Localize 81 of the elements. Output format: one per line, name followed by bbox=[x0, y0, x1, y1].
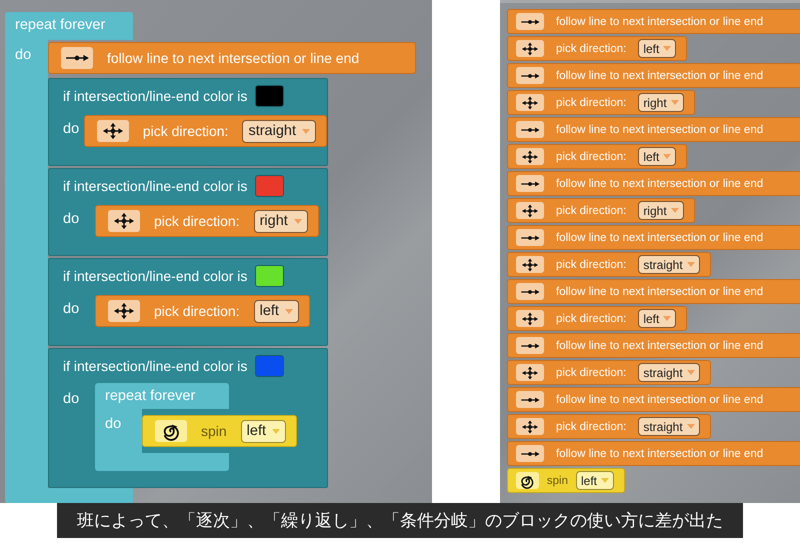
do-label: do bbox=[62, 390, 80, 409]
block-label: pick direction: bbox=[142, 123, 228, 139]
direction-dropdown[interactable]: left bbox=[576, 471, 614, 490]
block-label: pick direction: bbox=[154, 303, 240, 319]
block-label: pick direction: bbox=[556, 258, 626, 270]
block-label: if intersection/line-end color is bbox=[63, 268, 248, 284]
caret-icon bbox=[294, 218, 302, 224]
do-label: do bbox=[105, 416, 122, 432]
color-swatch[interactable] bbox=[255, 355, 284, 377]
direction-block[interactable]: pick direction: straight bbox=[84, 115, 327, 147]
do-label: do bbox=[62, 300, 80, 319]
color-swatch[interactable] bbox=[255, 265, 284, 287]
spin-block[interactable]: spin left bbox=[507, 468, 625, 493]
direction-dropdown[interactable]: straight bbox=[638, 417, 700, 436]
direction-dropdown[interactable]: straight bbox=[638, 363, 700, 382]
block-label: pick direction: bbox=[556, 150, 626, 162]
block-label: follow line to next intersection or line end bbox=[556, 394, 764, 406]
do-label: do bbox=[62, 210, 80, 229]
direction-dropdown[interactable]: right bbox=[638, 93, 684, 112]
direction-block[interactable]: pick direction: right bbox=[95, 205, 319, 237]
if-block[interactable]: if intersection/line-end color is do pick direction: straight bbox=[48, 78, 328, 166]
block-label: follow line to next intersection or line end bbox=[556, 16, 764, 28]
block-label: if intersection/line-end color is bbox=[63, 178, 248, 194]
caret-icon bbox=[272, 428, 280, 434]
block-label: follow line to next intersection or line end bbox=[556, 286, 764, 298]
caret-icon bbox=[686, 424, 695, 429]
block-label: pick direction: bbox=[556, 42, 626, 54]
block-label: follow line to next intersection or line end bbox=[556, 340, 764, 352]
block-label: follow line to next intersection or line end bbox=[556, 70, 764, 82]
caret-icon bbox=[663, 316, 672, 321]
caret-icon bbox=[663, 46, 672, 51]
block-label: pick direction: bbox=[154, 213, 240, 229]
if-block[interactable]: if intersection/line-end color is do repeat forever do spin left bbox=[48, 348, 328, 488]
direction-block[interactable]: pick direction: straight bbox=[507, 252, 711, 277]
if-block[interactable]: if intersection/line-end color is do pick direction: left bbox=[48, 258, 328, 346]
if-block[interactable]: if intersection/line-end color is do pick direction: right bbox=[48, 168, 328, 256]
block-label: pick direction: bbox=[556, 96, 626, 108]
block-label: pick direction: bbox=[556, 366, 626, 378]
direction-dropdown[interactable]: right bbox=[638, 201, 684, 220]
direction-dropdown[interactable]: right bbox=[254, 210, 308, 232]
block-label: pick direction: bbox=[556, 204, 626, 216]
caret-icon bbox=[302, 128, 310, 134]
caption: 班によって、「逐次」、「繰り返し」、「条件分岐」のブロックの使い方に差が出た bbox=[57, 503, 743, 538]
block-label: follow line to next intersection or line end bbox=[107, 50, 360, 66]
direction-block[interactable]: pick direction: left bbox=[507, 306, 688, 331]
caret-icon bbox=[686, 262, 695, 267]
do-label: do bbox=[15, 47, 32, 63]
direction-dropdown[interactable]: straight bbox=[242, 120, 316, 142]
direction-dropdown[interactable]: left bbox=[638, 39, 676, 58]
direction-dropdown[interactable]: left bbox=[638, 309, 676, 328]
block-label: pick direction: bbox=[556, 420, 626, 432]
color-swatch[interactable] bbox=[255, 175, 284, 197]
direction-block[interactable]: pick direction: straight bbox=[507, 414, 711, 439]
caret-icon bbox=[686, 370, 695, 375]
direction-block[interactable]: pick direction: left bbox=[507, 36, 688, 61]
spin-block[interactable]: spin left bbox=[142, 415, 297, 447]
do-label: do bbox=[62, 120, 80, 139]
direction-block[interactable]: pick direction: left bbox=[95, 295, 310, 327]
caret-icon bbox=[284, 308, 293, 314]
direction-block[interactable]: pick direction: left bbox=[507, 144, 688, 169]
caret-icon bbox=[670, 100, 679, 105]
color-swatch[interactable] bbox=[255, 85, 284, 107]
direction-dropdown[interactable]: straight bbox=[638, 255, 700, 274]
direction-block[interactable]: pick direction: right bbox=[507, 90, 695, 115]
block-label: if intersection/line-end color is bbox=[63, 88, 248, 104]
block-label: follow line to next intersection or line end bbox=[556, 124, 764, 136]
block-label: follow line to next intersection or line end bbox=[556, 178, 764, 190]
caret-icon bbox=[601, 478, 609, 483]
block-label: spin bbox=[546, 474, 568, 486]
block-label: follow line to next intersection or line end bbox=[556, 232, 764, 244]
direction-block[interactable]: pick direction: right bbox=[507, 198, 695, 223]
direction-dropdown[interactable]: left bbox=[240, 420, 286, 442]
block-label: pick direction: bbox=[556, 312, 626, 324]
block-label: if intersection/line-end color is bbox=[63, 358, 248, 374]
direction-dropdown[interactable]: left bbox=[638, 147, 676, 166]
caret-icon bbox=[670, 208, 679, 213]
direction-dropdown[interactable]: left bbox=[254, 300, 299, 322]
block-label: spin bbox=[200, 423, 227, 439]
caret-icon bbox=[663, 154, 672, 159]
direction-block[interactable]: pick direction: straight bbox=[507, 360, 711, 385]
block-label: follow line to next intersection or line end bbox=[556, 448, 764, 460]
